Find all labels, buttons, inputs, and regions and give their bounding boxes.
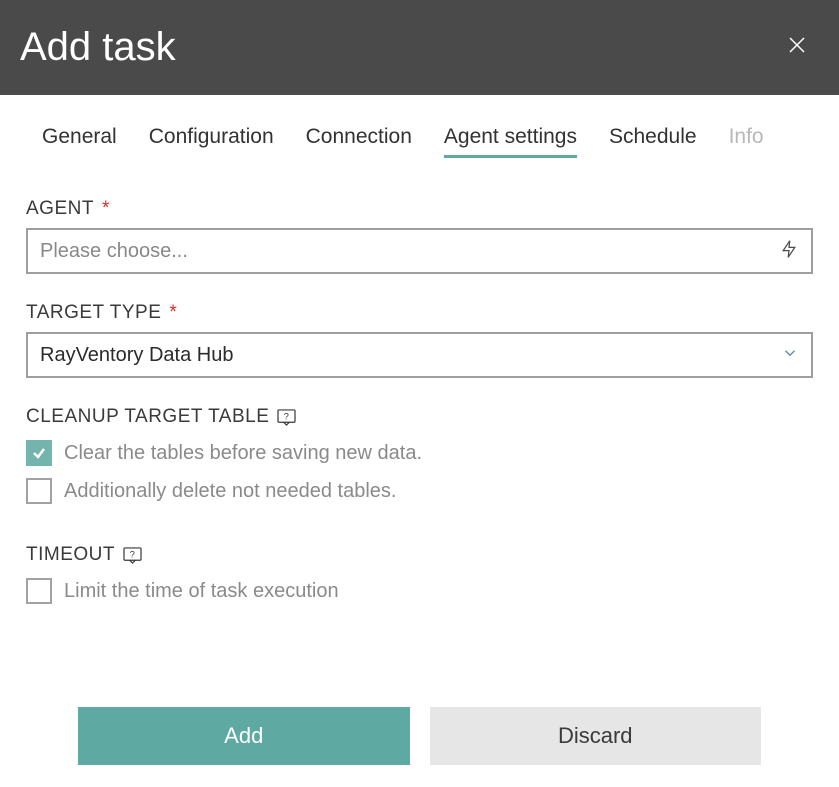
svg-text:?: ?	[130, 549, 136, 560]
help-icon[interactable]: ?	[277, 409, 296, 426]
required-marker: *	[169, 302, 177, 324]
cleanup-label: CLEANUP TARGET TABLE ?	[26, 406, 813, 428]
agent-field-group: AGENT * Please choose...	[26, 198, 813, 274]
dialog-footer: Add Discard	[0, 707, 839, 765]
svg-text:?: ?	[284, 411, 290, 422]
tab-schedule[interactable]: Schedule	[609, 125, 697, 158]
target-type-label-text: TARGET TYPE	[26, 302, 161, 324]
timeout-limit-checkbox[interactable]	[26, 578, 52, 604]
form-content: AGENT * Please choose... TARGET TYPE * R…	[0, 158, 839, 604]
timeout-limit-label: Limit the time of task execution	[64, 580, 339, 603]
timeout-label-text: TIMEOUT	[26, 544, 115, 566]
discard-button[interactable]: Discard	[430, 707, 762, 765]
agent-label: AGENT *	[26, 198, 813, 220]
cleanup-clear-checkbox-row[interactable]: Clear the tables before saving new data.	[26, 440, 813, 466]
cleanup-delete-checkbox[interactable]	[26, 478, 52, 504]
cleanup-delete-checkbox-row[interactable]: Additionally delete not needed tables.	[26, 478, 813, 504]
target-type-label: TARGET TYPE *	[26, 302, 813, 324]
tab-info: Info	[729, 125, 764, 158]
agent-label-text: AGENT	[26, 198, 94, 220]
lightning-icon	[779, 237, 799, 266]
tab-general[interactable]: General	[42, 125, 117, 158]
tab-connection[interactable]: Connection	[306, 125, 412, 158]
add-button[interactable]: Add	[78, 707, 410, 765]
tab-bar: General Configuration Connection Agent s…	[0, 95, 839, 158]
cleanup-clear-checkbox[interactable]	[26, 440, 52, 466]
dialog-title: Add task	[20, 25, 176, 70]
cleanup-field-group: CLEANUP TARGET TABLE ? Clear the tables …	[26, 406, 813, 504]
tab-agent-settings[interactable]: Agent settings	[444, 125, 577, 158]
target-type-select[interactable]: RayVentory Data Hub	[26, 332, 813, 378]
cleanup-delete-label: Additionally delete not needed tables.	[64, 480, 396, 503]
cleanup-clear-label: Clear the tables before saving new data.	[64, 442, 422, 465]
timeout-label: TIMEOUT ?	[26, 544, 813, 566]
cleanup-label-text: CLEANUP TARGET TABLE	[26, 406, 269, 428]
chevron-down-icon	[781, 344, 799, 367]
timeout-field-group: TIMEOUT ? Limit the time of task executi…	[26, 544, 813, 604]
help-icon[interactable]: ?	[123, 547, 142, 564]
agent-select-placeholder: Please choose...	[40, 240, 779, 263]
dialog-header: Add task	[0, 0, 839, 95]
target-type-value: RayVentory Data Hub	[40, 344, 781, 367]
close-icon[interactable]	[783, 31, 811, 64]
agent-select[interactable]: Please choose...	[26, 228, 813, 274]
target-type-field-group: TARGET TYPE * RayVentory Data Hub	[26, 302, 813, 378]
timeout-limit-checkbox-row[interactable]: Limit the time of task execution	[26, 578, 813, 604]
required-marker: *	[102, 198, 110, 220]
tab-configuration[interactable]: Configuration	[149, 125, 274, 158]
